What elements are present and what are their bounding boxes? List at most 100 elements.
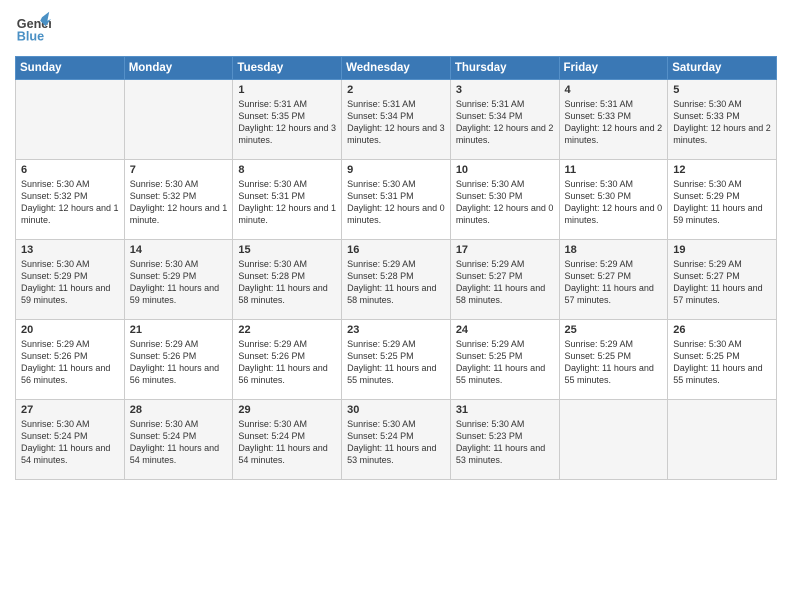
cell-content: Sunrise: 5:29 AM Sunset: 5:26 PM Dayligh…	[130, 338, 228, 387]
calendar-cell: 8 Sunrise: 5:30 AM Sunset: 5:31 PM Daylig…	[233, 160, 342, 240]
weekday-header: Sunday	[16, 57, 125, 80]
day-number: 22	[238, 324, 336, 336]
calendar-cell: 11 Sunrise: 5:30 AM Sunset: 5:30 PM Dayli…	[559, 160, 668, 240]
day-number: 3	[456, 84, 554, 96]
calendar-cell: 25 Sunrise: 5:29 AM Sunset: 5:25 PM Dayli…	[559, 320, 668, 400]
day-number: 10	[456, 164, 554, 176]
calendar-cell: 21 Sunrise: 5:29 AM Sunset: 5:26 PM Dayli…	[124, 320, 233, 400]
cell-content: Sunrise: 5:30 AM Sunset: 5:23 PM Dayligh…	[456, 418, 554, 467]
cell-content: Sunrise: 5:30 AM Sunset: 5:31 PM Dayligh…	[347, 178, 445, 227]
calendar-week-row: 20 Sunrise: 5:29 AM Sunset: 5:26 PM Dayli…	[16, 320, 777, 400]
cell-content: Sunrise: 5:30 AM Sunset: 5:24 PM Dayligh…	[130, 418, 228, 467]
calendar-cell	[559, 400, 668, 480]
day-number: 5	[673, 84, 771, 96]
day-number: 17	[456, 244, 554, 256]
cell-content: Sunrise: 5:30 AM Sunset: 5:32 PM Dayligh…	[130, 178, 228, 227]
day-number: 25	[565, 324, 663, 336]
day-number: 27	[21, 404, 119, 416]
weekday-header: Monday	[124, 57, 233, 80]
day-number: 16	[347, 244, 445, 256]
cell-content: Sunrise: 5:30 AM Sunset: 5:24 PM Dayligh…	[347, 418, 445, 467]
day-number: 24	[456, 324, 554, 336]
cell-content: Sunrise: 5:30 AM Sunset: 5:29 PM Dayligh…	[673, 178, 771, 227]
calendar-cell: 19 Sunrise: 5:29 AM Sunset: 5:27 PM Dayli…	[668, 240, 777, 320]
calendar-cell	[668, 400, 777, 480]
calendar-cell: 28Sunrise: 5:30 AM Sunset: 5:24 PM Dayli…	[124, 400, 233, 480]
calendar-cell: 27 Sunrise: 5:30 AM Sunset: 5:24 PM Dayli…	[16, 400, 125, 480]
cell-content: Sunrise: 5:29 AM Sunset: 5:28 PM Dayligh…	[347, 258, 445, 307]
calendar-week-row: 6 Sunrise: 5:30 AM Sunset: 5:32 PM Daylig…	[16, 160, 777, 240]
page-header: General Blue	[15, 10, 777, 51]
calendar-cell: 20 Sunrise: 5:29 AM Sunset: 5:26 PM Dayli…	[16, 320, 125, 400]
calendar-week-row: 13Sunrise: 5:30 AM Sunset: 5:29 PM Dayli…	[16, 240, 777, 320]
cell-content: Sunrise: 5:30 AM Sunset: 5:28 PM Dayligh…	[238, 258, 336, 307]
cell-content: Sunrise: 5:31 AM Sunset: 5:35 PM Dayligh…	[238, 98, 336, 147]
cell-content: Sunrise: 5:29 AM Sunset: 5:25 PM Dayligh…	[347, 338, 445, 387]
day-number: 15	[238, 244, 336, 256]
calendar-cell: 12Sunrise: 5:30 AM Sunset: 5:29 PM Dayli…	[668, 160, 777, 240]
calendar-cell: 17 Sunrise: 5:29 AM Sunset: 5:27 PM Dayli…	[450, 240, 559, 320]
calendar-cell: 18 Sunrise: 5:29 AM Sunset: 5:27 PM Dayli…	[559, 240, 668, 320]
day-number: 18	[565, 244, 663, 256]
calendar-cell: 2 Sunrise: 5:31 AM Sunset: 5:34 PM Daylig…	[342, 80, 451, 160]
calendar-cell: 1 Sunrise: 5:31 AM Sunset: 5:35 PM Daylig…	[233, 80, 342, 160]
cell-content: Sunrise: 5:29 AM Sunset: 5:26 PM Dayligh…	[21, 338, 119, 387]
calendar-cell	[124, 80, 233, 160]
weekday-header: Friday	[559, 57, 668, 80]
calendar-cell: 4Sunrise: 5:31 AM Sunset: 5:33 PM Daylig…	[559, 80, 668, 160]
calendar-table: SundayMondayTuesdayWednesdayThursdayFrid…	[15, 56, 777, 480]
weekday-header: Saturday	[668, 57, 777, 80]
calendar-cell: 22Sunrise: 5:29 AM Sunset: 5:26 PM Dayli…	[233, 320, 342, 400]
cell-content: Sunrise: 5:31 AM Sunset: 5:34 PM Dayligh…	[456, 98, 554, 147]
cell-content: Sunrise: 5:30 AM Sunset: 5:30 PM Dayligh…	[565, 178, 663, 227]
day-number: 29	[238, 404, 336, 416]
day-number: 9	[347, 164, 445, 176]
cell-content: Sunrise: 5:29 AM Sunset: 5:27 PM Dayligh…	[456, 258, 554, 307]
calendar-cell: 23 Sunrise: 5:29 AM Sunset: 5:25 PM Dayli…	[342, 320, 451, 400]
cell-content: Sunrise: 5:30 AM Sunset: 5:29 PM Dayligh…	[130, 258, 228, 307]
calendar-cell: 7 Sunrise: 5:30 AM Sunset: 5:32 PM Daylig…	[124, 160, 233, 240]
weekday-header: Wednesday	[342, 57, 451, 80]
day-number: 6	[21, 164, 119, 176]
day-number: 26	[673, 324, 771, 336]
day-number: 30	[347, 404, 445, 416]
day-number: 7	[130, 164, 228, 176]
calendar-cell: 9 Sunrise: 5:30 AM Sunset: 5:31 PM Daylig…	[342, 160, 451, 240]
cell-content: Sunrise: 5:30 AM Sunset: 5:29 PM Dayligh…	[21, 258, 119, 307]
calendar-cell: 10 Sunrise: 5:30 AM Sunset: 5:30 PM Dayli…	[450, 160, 559, 240]
cell-content: Sunrise: 5:30 AM Sunset: 5:25 PM Dayligh…	[673, 338, 771, 387]
weekday-header: Thursday	[450, 57, 559, 80]
day-number: 14	[130, 244, 228, 256]
cell-content: Sunrise: 5:30 AM Sunset: 5:33 PM Dayligh…	[673, 98, 771, 147]
cell-content: Sunrise: 5:29 AM Sunset: 5:25 PM Dayligh…	[456, 338, 554, 387]
cell-content: Sunrise: 5:29 AM Sunset: 5:27 PM Dayligh…	[565, 258, 663, 307]
weekday-header: Tuesday	[233, 57, 342, 80]
day-number: 19	[673, 244, 771, 256]
cell-content: Sunrise: 5:31 AM Sunset: 5:34 PM Dayligh…	[347, 98, 445, 147]
cell-content: Sunrise: 5:29 AM Sunset: 5:27 PM Dayligh…	[673, 258, 771, 307]
cell-content: Sunrise: 5:30 AM Sunset: 5:31 PM Dayligh…	[238, 178, 336, 227]
cell-content: Sunrise: 5:30 AM Sunset: 5:24 PM Dayligh…	[238, 418, 336, 467]
calendar-cell: 16 Sunrise: 5:29 AM Sunset: 5:28 PM Dayli…	[342, 240, 451, 320]
weekday-header-row: SundayMondayTuesdayWednesdayThursdayFrid…	[16, 57, 777, 80]
cell-content: Sunrise: 5:30 AM Sunset: 5:24 PM Dayligh…	[21, 418, 119, 467]
calendar-cell	[16, 80, 125, 160]
day-number: 8	[238, 164, 336, 176]
calendar-week-row: 27 Sunrise: 5:30 AM Sunset: 5:24 PM Dayli…	[16, 400, 777, 480]
calendar-cell: 3 Sunrise: 5:31 AM Sunset: 5:34 PM Daylig…	[450, 80, 559, 160]
day-number: 23	[347, 324, 445, 336]
day-number: 2	[347, 84, 445, 96]
calendar-cell: 31 Sunrise: 5:30 AM Sunset: 5:23 PM Dayli…	[450, 400, 559, 480]
day-number: 31	[456, 404, 554, 416]
cell-content: Sunrise: 5:30 AM Sunset: 5:30 PM Dayligh…	[456, 178, 554, 227]
cell-content: Sunrise: 5:29 AM Sunset: 5:25 PM Dayligh…	[565, 338, 663, 387]
day-number: 20	[21, 324, 119, 336]
calendar-cell: 13Sunrise: 5:30 AM Sunset: 5:29 PM Dayli…	[16, 240, 125, 320]
day-number: 1	[238, 84, 336, 96]
day-number: 11	[565, 164, 663, 176]
cell-content: Sunrise: 5:31 AM Sunset: 5:33 PM Dayligh…	[565, 98, 663, 147]
svg-text:Blue: Blue	[17, 30, 44, 44]
calendar-week-row: 1 Sunrise: 5:31 AM Sunset: 5:35 PM Daylig…	[16, 80, 777, 160]
calendar-cell: 24 Sunrise: 5:29 AM Sunset: 5:25 PM Dayli…	[450, 320, 559, 400]
day-number: 21	[130, 324, 228, 336]
